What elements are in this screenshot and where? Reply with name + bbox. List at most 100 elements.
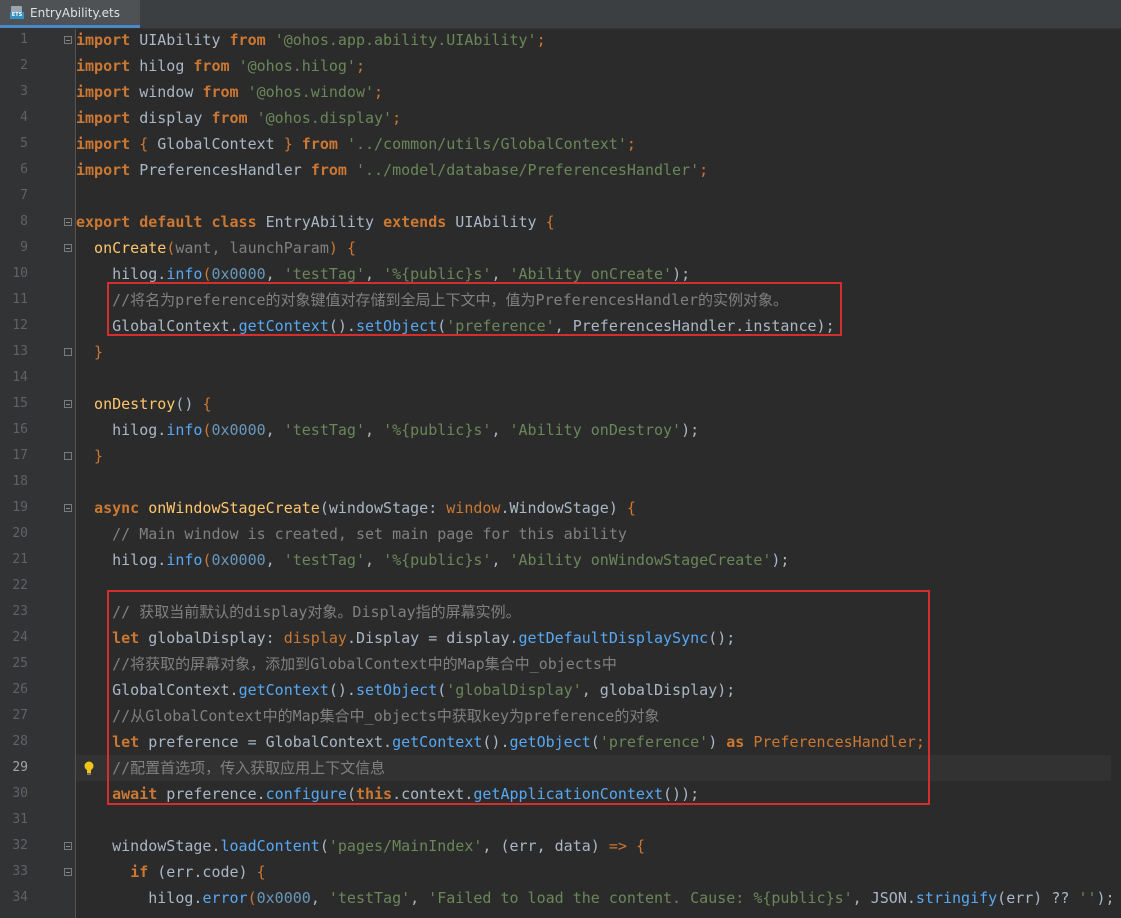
line-number: 31 <box>12 812 28 827</box>
line-number: 34 <box>12 890 28 905</box>
code-line[interactable]: 29 //配置首选项，传入获取应用上下文信息 <box>0 755 1121 781</box>
line-number: 17 <box>12 448 28 463</box>
line-number: 6 <box>20 162 28 177</box>
code-line[interactable]: 15 onDestroy() { <box>0 391 1121 417</box>
code-text: //将获取的屏幕对象，添加到GlobalContext中的Map集合中_obje… <box>76 655 617 673</box>
code-text: import hilog from '@ohos.hilog'; <box>76 57 365 75</box>
line-number: 1 <box>20 32 28 47</box>
code-line[interactable]: 18 <box>0 469 1121 495</box>
code-line[interactable]: 1 import UIAbility from '@ohos.app.abilit… <box>0 29 1121 53</box>
code-line[interactable]: 8 export default class EntryAbility exten… <box>0 209 1121 235</box>
code-text: let preference = GlobalContext.getContex… <box>112 733 925 751</box>
code-line[interactable]: 20 // Main window is created, set main p… <box>0 521 1121 547</box>
fold-collapse-icon[interactable] <box>64 244 72 252</box>
code-line[interactable]: 26 GlobalContext.getContext().setObject(… <box>0 677 1121 703</box>
code-line[interactable]: 31 <box>0 807 1121 833</box>
code-text: async onWindowStageCreate(windowStage: w… <box>94 499 636 517</box>
code-line[interactable]: 3 import window from '@ohos.window'; <box>0 79 1121 105</box>
code-line[interactable]: 13 } <box>0 339 1121 365</box>
fold-collapse-icon[interactable] <box>64 868 72 876</box>
code-text: hilog.info(0x0000, 'testTag', '%{public}… <box>76 265 691 283</box>
code-line[interactable]: 10 hilog.info(0x0000, 'testTag', '%{publ… <box>0 261 1121 287</box>
fold-collapse-icon[interactable] <box>64 400 72 408</box>
code-line[interactable]: 9 onCreate(want, launchParam) { <box>0 235 1121 261</box>
line-number: 33 <box>12 864 28 879</box>
code-line[interactable]: 30 await preference.configure(this.conte… <box>0 781 1121 807</box>
line-number: 15 <box>12 396 28 411</box>
code-text: onCreate(want, launchParam) { <box>76 239 356 257</box>
code-line[interactable]: 21 hilog.info(0x0000, 'testTag', '%{publ… <box>0 547 1121 573</box>
code-text: //从GlobalContext中的Map集合中_objects中获取key为p… <box>76 707 660 725</box>
line-number: 29 <box>12 760 28 775</box>
code-line[interactable]: 34 hilog.error(0x0000, 'testTag', 'Faile… <box>0 885 1121 911</box>
code-line[interactable]: 16 hilog.info(0x0000, 'testTag', '%{publ… <box>0 417 1121 443</box>
code-line[interactable]: 12 GlobalContext.getContext().setObject(… <box>0 313 1121 339</box>
ets-file-icon: ETS <box>10 5 24 20</box>
fold-collapse-icon[interactable] <box>64 842 72 850</box>
code-text: } <box>76 343 104 361</box>
fold-collapse-icon[interactable] <box>64 504 72 512</box>
code-line[interactable]: 28 let preference = GlobalContext.getCon… <box>0 729 1121 755</box>
code-line[interactable]: 32 windowStage.loadContent('pages/MainIn… <box>0 833 1121 859</box>
code-line[interactable]: 24 let globalDisplay: display.Display = … <box>0 625 1121 651</box>
code-text: } <box>76 447 104 465</box>
code-line[interactable]: 2 import hilog from '@ohos.hilog'; <box>0 53 1121 79</box>
code-line[interactable]: 17 } <box>0 443 1121 469</box>
code-text: GlobalContext.getContext().setObject('pr… <box>76 317 835 335</box>
code-line[interactable]: 11 //将名为preference的对象键值对存储到全局上下文中，值为Pref… <box>0 287 1121 313</box>
code-text: hilog.info(0x0000, 'testTag', '%{public}… <box>76 551 790 569</box>
line-number: 11 <box>12 292 28 307</box>
line-number: 9 <box>20 240 28 255</box>
code-text: export default class EntryAbility extend… <box>76 213 555 231</box>
code-text: import UIAbility from '@ohos.app.ability… <box>76 31 546 49</box>
line-number: 16 <box>12 422 28 437</box>
code-text: GlobalContext.getContext().setObject('gl… <box>76 681 736 699</box>
code-line[interactable]: 14 <box>0 365 1121 391</box>
line-number: 7 <box>20 188 28 203</box>
line-number: 20 <box>12 526 28 541</box>
code-line[interactable]: 4 import display from '@ohos.display'; <box>0 105 1121 131</box>
code-line[interactable]: 27 //从GlobalContext中的Map集合中_objects中获取ke… <box>0 703 1121 729</box>
code-line[interactable]: 22 <box>0 573 1121 599</box>
code-text: import display from '@ohos.display'; <box>76 109 402 127</box>
code-text: hilog.error(0x0000, 'testTag', 'Failed t… <box>76 889 1115 907</box>
line-number: 30 <box>12 786 28 801</box>
code-text: onDestroy() { <box>76 395 212 413</box>
line-number: 26 <box>12 682 28 697</box>
code-editor[interactable]: 1 import UIAbility from '@ohos.app.abilit… <box>0 29 1121 918</box>
code-text: await preference.configure(this.context.… <box>112 785 700 803</box>
code-line[interactable]: 25 //将获取的屏幕对象，添加到GlobalContext中的Map集合中_o… <box>0 651 1121 677</box>
tab-entryability[interactable]: ETS EntryAbility.ets <box>0 0 140 28</box>
line-number: 5 <box>20 136 28 151</box>
code-text: windowStage.loadContent('pages/MainIndex… <box>76 837 645 855</box>
code-line[interactable]: 33 if (err.code) { <box>0 859 1121 885</box>
code-line[interactable]: 19 async onWindowStageCreate(windowStage… <box>0 495 1121 521</box>
line-number: 28 <box>12 734 28 749</box>
editor-tab-bar: ETS EntryAbility.ets <box>0 0 1121 29</box>
line-number: 23 <box>12 604 28 619</box>
code-text: //配置首选项，传入获取应用上下文信息 <box>76 759 386 777</box>
vertical-scrollbar[interactable] <box>1111 29 1121 918</box>
code-line[interactable]: 5 import { GlobalContext } from '../commo… <box>0 131 1121 157</box>
fold-end-icon[interactable] <box>64 452 72 460</box>
line-number: 25 <box>12 656 28 671</box>
line-number: 24 <box>12 630 28 645</box>
code-line[interactable]: 7 <box>0 183 1121 209</box>
line-number: 14 <box>12 370 28 385</box>
fold-collapse-icon[interactable] <box>64 218 72 226</box>
code-line[interactable]: 23 // 获取当前默认的display对象。Display指的屏幕实例。 <box>0 599 1121 625</box>
line-number: 21 <box>12 552 28 567</box>
line-number: 19 <box>12 500 28 515</box>
code-text: // Main window is created, set main page… <box>76 525 627 543</box>
fold-end-icon[interactable] <box>64 348 72 356</box>
code-text: // 获取当前默认的display对象。Display指的屏幕实例。 <box>76 603 521 621</box>
code-text: hilog.info(0x0000, 'testTag', '%{public}… <box>76 421 700 439</box>
code-text: let globalDisplay: display.Display = dis… <box>112 629 736 647</box>
tab-label: EntryAbility.ets <box>30 5 121 20</box>
fold-collapse-icon[interactable] <box>64 36 72 44</box>
line-number: 18 <box>12 474 28 489</box>
code-line[interactable]: 6 import PreferencesHandler from '../mode… <box>0 157 1121 183</box>
code-text: import { GlobalContext } from '../common… <box>76 135 636 153</box>
code-text: //将名为preference的对象键值对存储到全局上下文中，值为Prefere… <box>76 291 789 309</box>
line-number: 32 <box>12 838 28 853</box>
